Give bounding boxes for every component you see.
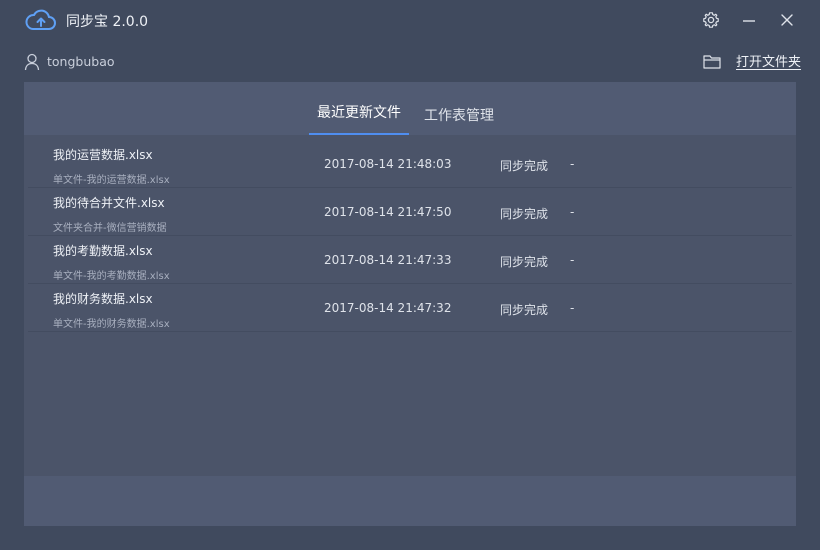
file-name: 我的运营数据.xlsx <box>53 148 153 162</box>
file-name: 我的考勤数据.xlsx <box>53 244 153 258</box>
folder-icon[interactable] <box>703 53 721 69</box>
file-source: 文件夹合并-微信营销数据 <box>53 223 167 234</box>
main-panel: 最近更新文件 工作表管理 我的运营数据.xlsx 单文件-我的运营数据.xlsx… <box>24 82 796 526</box>
file-list: 我的运营数据.xlsx 单文件-我的运营数据.xlsx 2017-08-14 2… <box>28 140 792 332</box>
file-source: 单文件-我的运营数据.xlsx <box>53 175 170 186</box>
file-extra: - <box>570 157 575 171</box>
file-name: 我的待合并文件.xlsx <box>53 196 165 210</box>
file-time: 2017-08-14 21:48:03 <box>324 157 452 171</box>
table-row[interactable]: 我的待合并文件.xlsx 文件夹合并-微信营销数据 2017-08-14 21:… <box>28 188 792 236</box>
file-time: 2017-08-14 21:47:32 <box>324 301 452 315</box>
tab-recent-files[interactable]: 最近更新文件 <box>317 102 401 122</box>
panel-footer <box>24 476 796 526</box>
minimize-icon <box>743 20 755 22</box>
file-extra: - <box>570 253 575 267</box>
settings-button[interactable] <box>700 9 722 31</box>
user-icon <box>24 53 40 71</box>
app-title: 同步宝 2.0.0 <box>66 14 149 30</box>
file-extra: - <box>570 301 575 315</box>
file-time: 2017-08-14 21:47:50 <box>324 205 452 219</box>
gear-icon <box>703 12 719 28</box>
cloud-upload-icon <box>25 9 56 30</box>
close-icon <box>781 14 793 26</box>
sync-status: 同步完成 <box>500 207 549 221</box>
tab-bar: 最近更新文件 工作表管理 <box>24 82 796 135</box>
file-extra: - <box>570 205 575 219</box>
tab-sheet-management[interactable]: 工作表管理 <box>424 105 494 125</box>
title-bar: 同步宝 2.0.0 <box>0 0 820 42</box>
sync-status: 同步完成 <box>500 303 549 317</box>
close-button[interactable] <box>776 9 798 31</box>
file-name: 我的财务数据.xlsx <box>53 292 153 306</box>
user-bar: tongbubao 打开文件夹 <box>0 44 820 78</box>
sync-status: 同步完成 <box>500 255 549 269</box>
file-source: 单文件-我的考勤数据.xlsx <box>53 271 170 282</box>
file-source: 单文件-我的财务数据.xlsx <box>53 319 170 330</box>
table-row[interactable]: 我的运营数据.xlsx 单文件-我的运营数据.xlsx 2017-08-14 2… <box>28 140 792 188</box>
file-time: 2017-08-14 21:47:33 <box>324 253 452 267</box>
active-tab-indicator <box>309 133 409 135</box>
table-row[interactable]: 我的考勤数据.xlsx 单文件-我的考勤数据.xlsx 2017-08-14 2… <box>28 236 792 284</box>
minimize-button[interactable] <box>738 9 760 31</box>
table-row[interactable]: 我的财务数据.xlsx 单文件-我的财务数据.xlsx 2017-08-14 2… <box>28 284 792 332</box>
open-folder-link[interactable]: 打开文件夹 <box>736 51 801 70</box>
username: tongbubao <box>47 54 115 69</box>
sync-status: 同步完成 <box>500 159 549 173</box>
